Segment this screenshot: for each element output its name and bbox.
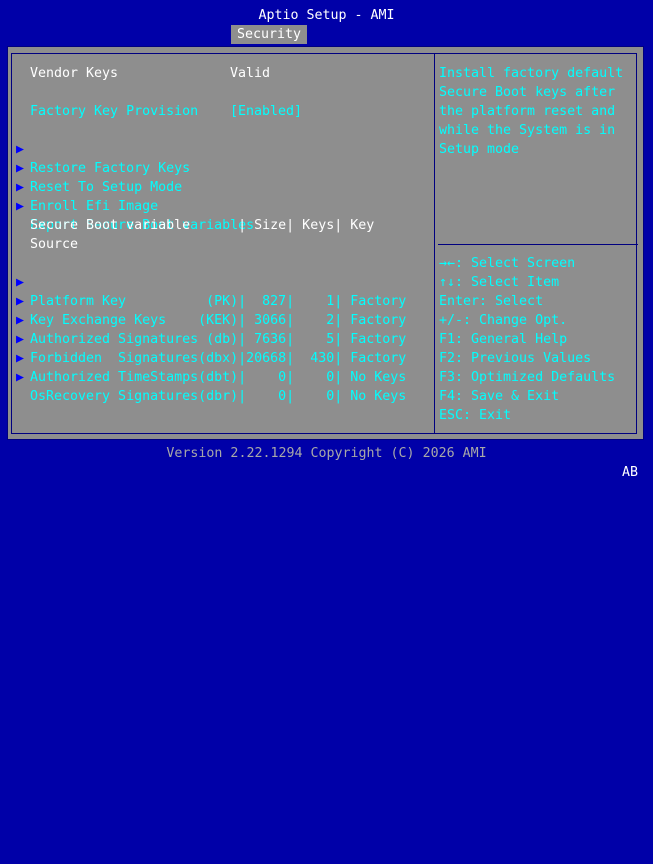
help-divider [434, 53, 435, 434]
table-header: Secure Boot variable | Size| Keys| Key [30, 218, 375, 233]
status-indicator: AB [622, 465, 639, 480]
table-header-source: Source [30, 237, 79, 252]
factory-key-provision-value[interactable]: [Enabled] [230, 102, 302, 121]
menu-item-label: Enroll Efi Image [30, 199, 159, 214]
help-separator [438, 244, 638, 245]
help-key-optimized-defaults: F3: Optimized Defaults [439, 370, 616, 385]
menu-item-enroll-efi-image[interactable]: ▶ Enroll Efi Image [8, 159, 428, 214]
table-row-text: Authorized TimeStamps(dbt)| 0| 0| No Key… [30, 370, 407, 385]
help-key-change-opt: +/-: Change Opt. [439, 313, 568, 328]
help-key-esc-exit: ESC: Exit [439, 408, 512, 423]
menu-item-restore-factory-keys[interactable]: ▶ Restore Factory Keys [8, 121, 428, 176]
help-key-enter-select: Enter: Select [439, 294, 544, 309]
table-row-text: OsRecovery Signatures(dbr)| 0| 0| No Key… [30, 389, 407, 404]
table-row-authorized-timestamps[interactable]: ▶ Authorized TimeStamps(dbt)| 0| 0| No K… [8, 330, 428, 385]
app-title: Aptio Setup - AMI [258, 8, 395, 23]
help-description-line: Secure Boot keys after [439, 85, 616, 100]
factory-key-provision-label[interactable]: Factory Key Provision [30, 102, 198, 121]
submenu-arrow-icon: ▶ [16, 370, 25, 385]
vendor-keys-value: Valid [230, 66, 271, 81]
table-row-platform-key[interactable]: ▶ Platform Key (PK)| 827| 1| Factory [8, 254, 428, 309]
table-row-osrecovery-signatures[interactable]: ▶ OsRecovery Signatures(dbr)| 0| 0| No K… [8, 349, 428, 404]
table-row-authorized-signatures[interactable]: ▶ Authorized Signatures (db)| 7636| 5| F… [8, 292, 428, 347]
tab-security[interactable]: Security [231, 25, 308, 44]
help-key-select-screen: →←: Select Screen [439, 256, 576, 271]
help-key-select-item: ↑↓: Select Item [439, 275, 560, 290]
menu-item-reset-to-setup-mode[interactable]: ▶ Reset To Setup Mode [8, 140, 428, 195]
submenu-arrow-icon: ▶ [16, 199, 25, 214]
table-row-key-exchange-keys[interactable]: ▶ Key Exchange Keys (KEK)| 3066| 2| Fact… [8, 273, 428, 328]
table-row-forbidden-signatures[interactable]: ▶ Forbidden Signatures(dbx)|20668| 430| … [8, 311, 428, 366]
menu-item-export-secure-boot-variables[interactable]: ▶ Export Secure Boot variables [8, 178, 428, 233]
help-description-line: Install factory default [439, 66, 624, 81]
help-key-previous-values: F2: Previous Values [439, 351, 592, 366]
help-description-line: while the System is in [439, 123, 616, 138]
vendor-keys-label: Vendor Keys [30, 66, 119, 81]
help-description-line: the platform reset and [439, 104, 616, 119]
version-footer: Version 2.22.1294 Copyright (C) 2026 AMI [166, 446, 487, 461]
help-description-line: Setup mode [439, 142, 520, 157]
setup-panel: Vendor Keys Valid Factory Key Provision … [7, 46, 644, 440]
help-key-general-help: F1: General Help [439, 332, 568, 347]
help-key-save-exit: F4: Save & Exit [439, 389, 560, 404]
